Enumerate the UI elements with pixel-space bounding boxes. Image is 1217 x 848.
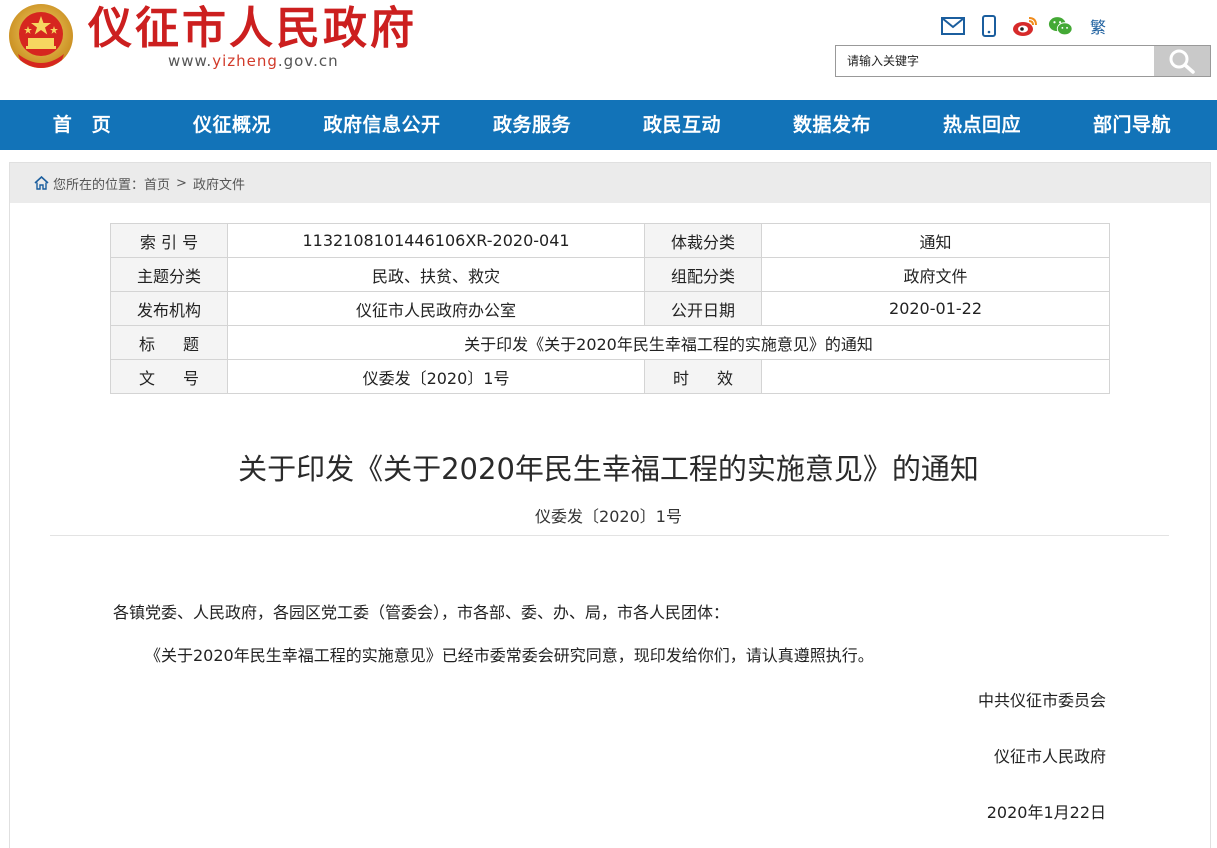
nav-item-data[interactable]: 数据发布 xyxy=(782,100,882,150)
home-icon xyxy=(34,176,49,190)
nav-item-gov-info[interactable]: 政府信息公开 xyxy=(318,100,446,150)
nav-item-hot-topics[interactable]: 热点回应 xyxy=(932,100,1032,150)
title-label: 标题 xyxy=(109,325,229,360)
nav-item-departments[interactable]: 部门导航 xyxy=(1082,100,1182,150)
issuer-value: 仪征市人民政府办公室 xyxy=(227,291,646,326)
breadcrumb-home-link[interactable]: 首页 xyxy=(144,174,170,193)
site-title: 仪征市人民政府 xyxy=(88,3,417,54)
mobile-icon[interactable] xyxy=(976,13,1002,39)
signature-party-committee: 中共仪征市委员会 xyxy=(977,691,1106,710)
genre-value: 通知 xyxy=(761,223,1110,258)
breadcrumb-separator: > xyxy=(176,175,187,191)
group-label: 组配分类 xyxy=(644,257,763,292)
issuer-label: 发布机构 xyxy=(109,291,229,326)
main-nav: 首 页 仪征概况 政府信息公开 政务服务 政民互动 数据发布 热点回应 部门导航 xyxy=(0,100,1217,150)
search-icon xyxy=(1169,49,1195,74)
url-prefix: www. xyxy=(168,52,213,70)
site-url: www.yizheng.gov.cn xyxy=(168,52,339,70)
table-row: 标题 关于印发《关于2020年民生幸福工程的实施意见》的通知 xyxy=(109,325,1110,360)
index-label: 索 引 号 xyxy=(109,223,229,258)
divider xyxy=(50,535,1169,536)
article-date: 2020年1月22日 xyxy=(986,803,1106,822)
search-button[interactable] xyxy=(1154,46,1210,76)
table-row: 索 引 号 1132108101446106XR-2020-041 体裁分类 通… xyxy=(109,223,1110,258)
group-value: 政府文件 xyxy=(761,257,1110,292)
docno-label: 文号 xyxy=(109,359,229,394)
search-box xyxy=(835,45,1211,77)
index-value: 1132108101446106XR-2020-041 xyxy=(227,223,646,258)
document-meta-table: 索 引 号 1132108101446106XR-2020-041 体裁分类 通… xyxy=(109,223,1110,394)
docno-value: 仪委发〔2020〕1号 xyxy=(227,359,646,394)
article-doc-number: 仪委发〔2020〕1号 xyxy=(535,507,682,526)
title-value: 关于印发《关于2020年民生幸福工程的实施意见》的通知 xyxy=(227,325,1110,360)
breadcrumb: 您所在的位置： 首页 > 政府文件 xyxy=(10,163,1210,203)
article-title: 关于印发《关于2020年民生幸福工程的实施意见》的通知 xyxy=(238,452,979,486)
url-highlight: yizheng xyxy=(212,52,278,70)
nav-item-services[interactable]: 政务服务 xyxy=(482,100,582,150)
search-input[interactable] xyxy=(836,46,1154,76)
article-body: 《关于2020年民生幸福工程的实施意见》已经市委常委会研究同意，现印发给你们，请… xyxy=(145,646,874,665)
table-row: 主题分类 民政、扶贫、救灾 组配分类 政府文件 xyxy=(109,257,1110,292)
nav-item-home[interactable]: 首 页 xyxy=(42,100,122,150)
article-salutation: 各镇党委、人民政府，各园区党工委（管委会），市各部、委、办、局，市各人民团体： xyxy=(113,603,730,622)
validity-value xyxy=(761,359,1110,394)
nav-item-interaction[interactable]: 政民互动 xyxy=(632,100,732,150)
header-icon-bar: 繁 xyxy=(940,12,1106,40)
table-row: 发布机构 仪征市人民政府办公室 公开日期 2020-01-22 xyxy=(109,291,1110,326)
genre-label: 体裁分类 xyxy=(644,223,763,258)
date-label: 公开日期 xyxy=(644,291,763,326)
wechat-icon[interactable] xyxy=(1048,13,1074,39)
nav-item-overview[interactable]: 仪征概况 xyxy=(182,100,282,150)
topic-value: 民政、扶贫、救灾 xyxy=(227,257,646,292)
national-emblem-icon xyxy=(6,2,76,74)
url-suffix: .gov.cn xyxy=(277,52,339,70)
table-row: 文号 仪委发〔2020〕1号 时效 xyxy=(109,359,1110,394)
breadcrumb-gov-docs-link[interactable]: 政府文件 xyxy=(193,174,245,193)
site-header: 仪征市人民政府 www.yizheng.gov.cn 繁 xyxy=(0,0,1217,100)
topic-label: 主题分类 xyxy=(109,257,229,292)
weibo-icon[interactable] xyxy=(1012,13,1038,39)
mail-icon[interactable] xyxy=(940,13,966,39)
signature-government: 仪征市人民政府 xyxy=(993,747,1106,766)
breadcrumb-prefix: 您所在的位置： xyxy=(53,177,145,193)
traditional-chinese-toggle[interactable]: 繁 xyxy=(1090,14,1106,38)
date-value: 2020-01-22 xyxy=(761,291,1110,326)
validity-label: 时效 xyxy=(644,359,763,394)
